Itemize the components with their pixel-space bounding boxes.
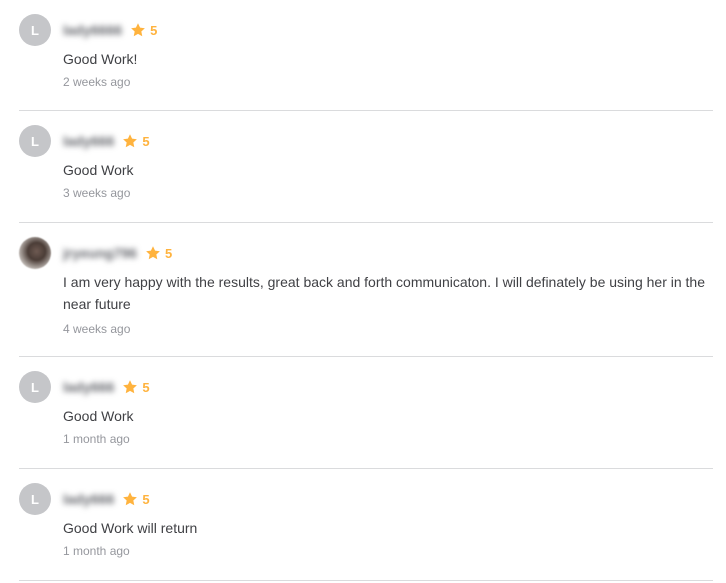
review-text: Good Work! xyxy=(63,51,138,67)
username[interactable]: lady666 xyxy=(63,379,114,395)
review-text: I am very happy with the results, great … xyxy=(63,274,705,312)
review-item: L lady666 5 Good Work 1 month ago xyxy=(19,357,713,469)
review-header: lady6666 5 xyxy=(63,21,157,39)
avatar[interactable]: L xyxy=(19,483,51,515)
rating-value: 5 xyxy=(142,133,150,149)
avatar[interactable] xyxy=(19,237,51,269)
review-text: Good Work will return xyxy=(63,520,198,536)
avatar[interactable]: L xyxy=(19,371,51,403)
review-time: 3 weeks ago xyxy=(63,186,131,200)
rating-value: 5 xyxy=(150,22,158,38)
review-text: Good Work xyxy=(63,162,134,178)
review-item: jryeung796 5 I am very happy with the re… xyxy=(19,223,713,357)
review-time: 2 weeks ago xyxy=(63,75,131,89)
review-time: 1 month ago xyxy=(63,544,130,558)
review-header: jryeung796 5 xyxy=(63,244,172,262)
review-item: L lady6666 5 Good Work! 2 weeks ago xyxy=(19,0,713,111)
username[interactable]: lady6666 xyxy=(63,22,122,38)
avatar[interactable]: L xyxy=(19,14,51,46)
star-icon xyxy=(123,380,138,394)
star-icon xyxy=(123,134,138,148)
username[interactable]: jryeung796 xyxy=(63,245,137,261)
review-item: L lady666 5 Good Work 3 weeks ago xyxy=(19,111,713,223)
rating-value: 5 xyxy=(142,379,150,395)
review-time: 4 weeks ago xyxy=(63,322,131,336)
review-header: lady666 5 xyxy=(63,490,150,508)
rating-value: 5 xyxy=(142,491,150,507)
username[interactable]: lady666 xyxy=(63,491,114,507)
review-item: L lady666 5 Good Work will return 1 mont… xyxy=(19,469,713,581)
star-icon xyxy=(123,492,138,506)
review-text: Good Work xyxy=(63,408,134,424)
star-icon xyxy=(131,23,146,37)
reviews-list: L lady6666 5 Good Work! 2 weeks ago L la… xyxy=(19,0,713,581)
review-header: lady666 5 xyxy=(63,132,150,150)
review-header: lady666 5 xyxy=(63,378,150,396)
avatar[interactable]: L xyxy=(19,125,51,157)
review-time: 1 month ago xyxy=(63,432,130,446)
username[interactable]: lady666 xyxy=(63,133,114,149)
star-icon xyxy=(146,246,160,260)
rating-value: 5 xyxy=(164,245,173,261)
